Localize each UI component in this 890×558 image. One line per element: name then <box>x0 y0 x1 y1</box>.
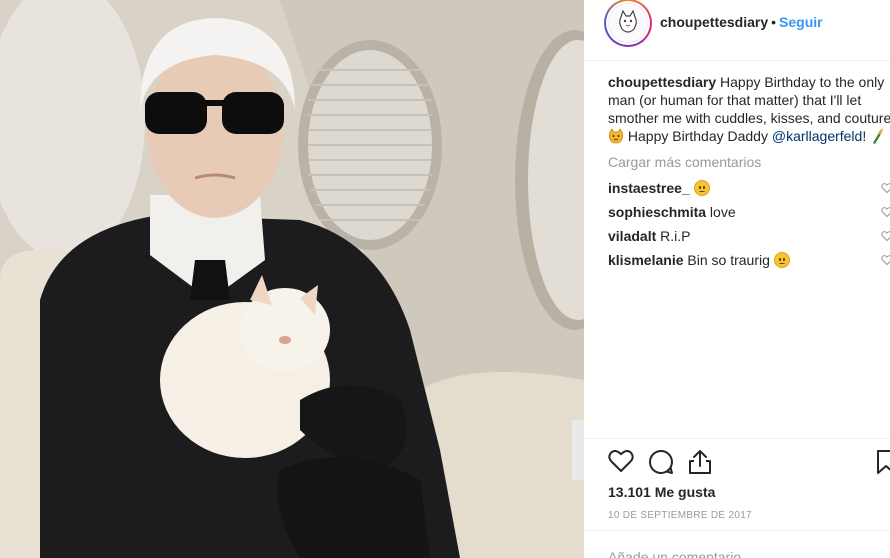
post-side-panel: choupettesdiary • Seguir choupettesdiary H… <box>584 0 890 558</box>
add-comment-input[interactable] <box>608 546 878 558</box>
comment-username[interactable]: klismelanie <box>608 252 684 268</box>
sad-face-emoji-icon <box>693 180 710 196</box>
avatar[interactable] <box>604 0 652 47</box>
comment-username[interactable]: viladalt <box>608 228 656 244</box>
photo-illustration <box>0 0 584 558</box>
comment-username[interactable]: instaestree_ <box>608 180 690 196</box>
comment-text: Bin so traurig <box>687 252 770 268</box>
comment-row: viladalt R.i.P <box>608 227 890 245</box>
comment-like-heart-icon[interactable] <box>881 228 890 246</box>
comment-like-heart-icon[interactable] <box>881 180 890 198</box>
comment-row: klismelanie Bin so traurig <box>608 251 890 269</box>
post-photo[interactable] <box>0 0 584 558</box>
caption-line-4: Happy Birthday Daddy <box>627 128 768 144</box>
comment-icon[interactable] <box>648 449 674 478</box>
comment-divider <box>584 530 890 531</box>
comment-text: R.i.P <box>660 228 691 244</box>
caption-exclamation: ! <box>862 128 867 144</box>
cat-emoji-icon <box>608 128 624 144</box>
instagram-post: choupettesdiary • Seguir choupettesdiary H… <box>0 0 890 558</box>
caption-line-3: smother me with cuddles, kisses, and cou… <box>608 110 890 126</box>
comment-like-heart-icon[interactable] <box>881 204 890 222</box>
post-date: 10 DE SEPTIEMBRE DE 2017 <box>608 510 752 521</box>
comment-username[interactable]: sophieschmita <box>608 204 706 220</box>
header-username[interactable]: choupettesdiary <box>660 14 768 30</box>
mention-link[interactable]: @karllagerfeld <box>772 128 862 144</box>
sad-face-emoji-icon <box>773 252 790 268</box>
comment-like-heart-icon[interactable] <box>881 252 890 270</box>
champagne-emoji-icon <box>870 128 884 144</box>
load-more-comments[interactable]: Cargar más comentarios <box>608 154 761 170</box>
share-icon[interactable] <box>688 449 712 478</box>
post-header: choupettesdiary • Seguir <box>584 0 890 47</box>
follow-button[interactable]: Seguir <box>779 14 823 30</box>
post-actions <box>608 449 890 477</box>
comment-text: love <box>709 204 736 220</box>
caption-line-1: Happy Birthday to the only <box>720 74 885 90</box>
header-separator: • <box>771 14 777 30</box>
heart-icon[interactable] <box>608 449 634 476</box>
cat-avatar-icon <box>608 3 648 43</box>
caption-line-2: man (or human for that matter) that I'll… <box>608 92 862 108</box>
likes-count[interactable]: 13.101 Me gusta <box>608 484 715 500</box>
bookmark-icon[interactable] <box>876 449 890 478</box>
comment-row: instaestree_ <box>608 179 890 197</box>
comment-row: sophieschmita love <box>608 203 890 221</box>
post-caption: choupettesdiary Happy Birthday to the on… <box>608 73 890 145</box>
header-divider <box>584 60 890 61</box>
caption-username[interactable]: choupettesdiary <box>608 74 716 90</box>
actions-divider <box>584 438 890 439</box>
